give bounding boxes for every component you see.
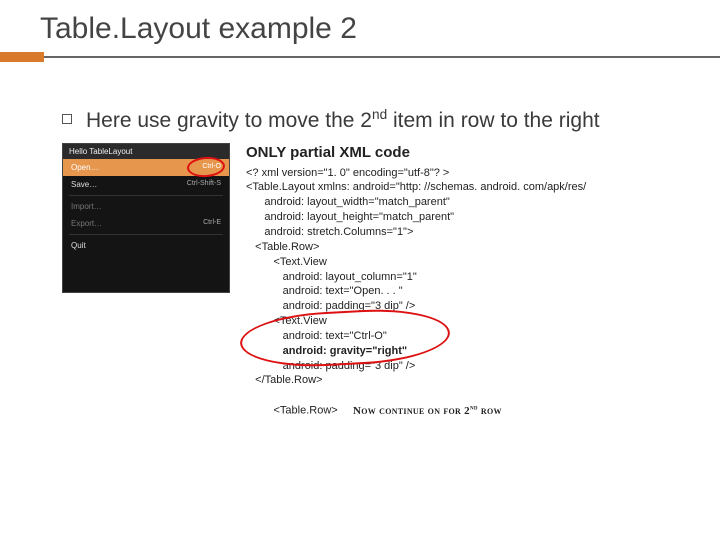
menu-divider — [69, 195, 223, 196]
code-line: android: padding="3 dip" /> — [246, 359, 720, 374]
slide-title: Table.Layout example 2 — [0, 0, 720, 52]
code-line: android: text="Open. . . " — [246, 284, 720, 299]
code-line: android: stretch.Columns="1"> — [246, 225, 720, 240]
code-line: <Table.Layout xmlns: android="http: //sc… — [246, 180, 720, 195]
menu-divider — [69, 234, 223, 235]
code-heading: ONLY partial XML code — [246, 143, 720, 163]
menu-item-label: Save… — [71, 180, 97, 189]
title-rule — [0, 52, 720, 62]
menu-item-label: Export… — [71, 219, 102, 228]
bullet-text: Here use gravity to move the 2nd item in… — [86, 106, 600, 135]
android-menu-screenshot: Hello TableLayout Open… Ctrl-O Save… Ctr… — [62, 143, 230, 293]
code-line-continue: <Table.Row> Now continue on for 2nd row — [246, 388, 720, 433]
code-line: </Table.Row> — [246, 373, 720, 388]
code-line: android: text="Ctrl-O" — [246, 329, 720, 344]
menu-item-shortcut: Ctrl-E — [203, 219, 221, 228]
menu-item-label: Quit — [71, 241, 86, 250]
bullet-marker-icon — [62, 114, 72, 124]
code-line: <Text.View — [246, 255, 720, 270]
horizontal-rule — [44, 56, 720, 58]
menu-item-shortcut: Ctrl-Shift-S — [187, 180, 221, 189]
menu-item-label: Open… — [71, 163, 99, 172]
code-line: <Text.View — [246, 314, 720, 329]
code-line: <? xml version="1. 0" encoding="utf-8"? … — [246, 166, 720, 181]
content-row: Hello TableLayout Open… Ctrl-O Save… Ctr… — [0, 135, 720, 433]
code-line: <Table.Row> — [246, 240, 720, 255]
code-line-highlight: android: gravity="right" — [246, 344, 720, 359]
bullet-item: Here use gravity to move the 2nd item in… — [0, 62, 720, 135]
menu-item-import: Import… — [63, 198, 229, 215]
accent-bar — [0, 52, 44, 62]
code-line: android: padding="3 dip" /> — [246, 299, 720, 314]
menu-item-label: Import… — [71, 202, 102, 211]
menu-item-quit: Quit — [63, 237, 229, 254]
code-line: android: layout_column="1" — [246, 270, 720, 285]
menu-item-save: Save… Ctrl-Shift-S — [63, 176, 229, 193]
code-line: android: layout_width="match_parent" — [246, 195, 720, 210]
code-column: ONLY partial XML code <? xml version="1.… — [246, 143, 720, 433]
code-line: android: layout_height="match_parent" — [246, 210, 720, 225]
menu-item-export: Export… Ctrl-E — [63, 215, 229, 232]
